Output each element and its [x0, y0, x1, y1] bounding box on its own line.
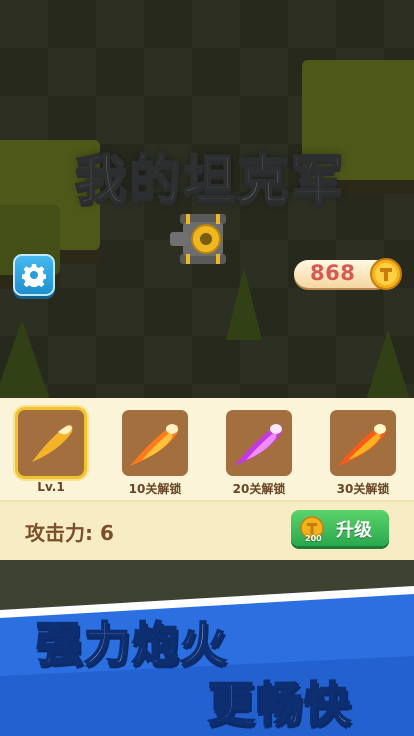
attack-power: 攻击力: 6 [25, 521, 114, 545]
upgrade-label: 升级 [336, 520, 372, 541]
flame-bullet-icon [338, 424, 387, 466]
weapon-slot-label: 20关解锁 [232, 482, 286, 496]
weapon-slot-4[interactable] [330, 410, 396, 476]
fire-bullet-icon [130, 424, 179, 466]
tree-icon [0, 320, 50, 400]
weapon-slot-label: 30关解锁 [336, 482, 390, 496]
promo-line-1: 强力炮火 [35, 616, 228, 672]
settings-button[interactable] [13, 254, 55, 296]
tree-icon [226, 268, 262, 340]
game-title: 我的坦克军 [74, 150, 345, 212]
weapon-slot-1[interactable] [18, 410, 84, 476]
weapon-list: Lv.1 10关解锁 20关解锁 30关解锁 [0, 398, 414, 498]
plasma-bullet-icon [234, 424, 283, 466]
coin-counter: 868 [294, 258, 402, 290]
weapon-slot-3[interactable] [226, 410, 292, 476]
bullet-icon [32, 424, 73, 462]
promo-line-2: 更畅快 [207, 676, 352, 732]
upgrade-button[interactable]: 200 升级 [291, 510, 389, 546]
weapon-slot-label: Lv.1 [37, 480, 65, 494]
stats-bar: 攻击力: 6 200 升级 [0, 502, 414, 560]
tree-icon [366, 330, 410, 400]
weapon-panel: Lv.1 10关解锁 20关解锁 30关解锁 攻击力: 6 200 升级 [0, 398, 414, 560]
gear-icon [22, 264, 46, 287]
weapon-slot-2[interactable] [122, 410, 188, 476]
coin-count: 868 [310, 261, 356, 285]
tank-icon [170, 214, 226, 264]
upgrade-cost: 200 [305, 534, 322, 543]
weapon-slot-label: 10关解锁 [128, 482, 182, 496]
coin-icon [370, 258, 402, 290]
